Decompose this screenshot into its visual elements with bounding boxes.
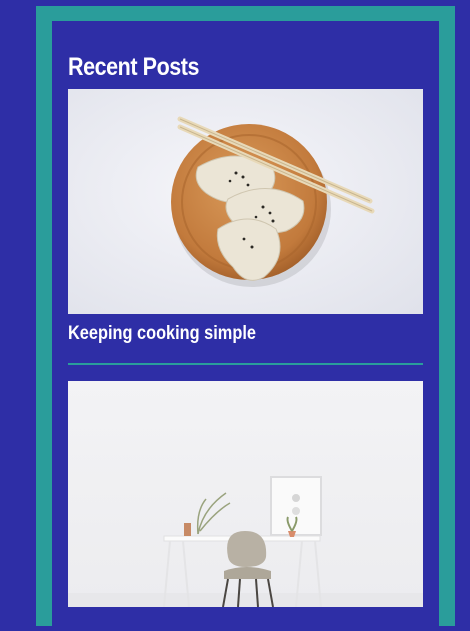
dumplings-image (68, 89, 423, 314)
post-thumbnail-desk[interactable] (68, 381, 423, 607)
sidebar-frame: Recent Posts Keeping cooking simple (36, 6, 455, 631)
post-thumbnail-dumplings[interactable] (68, 89, 423, 314)
post-divider (68, 363, 423, 365)
recent-posts-widget: Recent Posts Keeping cooking simple (52, 21, 439, 631)
post-title[interactable]: Keeping cooking simple (68, 323, 256, 345)
desk-image (68, 381, 423, 607)
widget-title: Recent Posts (68, 53, 200, 81)
